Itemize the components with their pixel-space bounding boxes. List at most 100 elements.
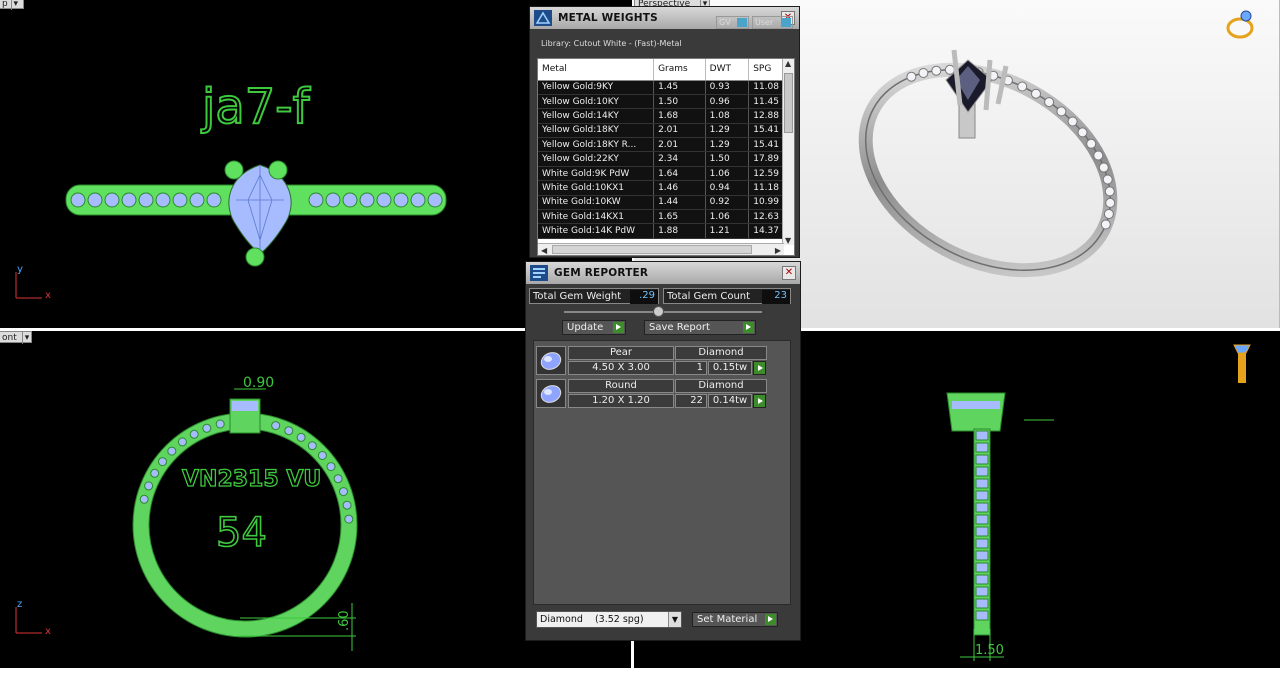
metal-weights-title: METAL WEIGHTS xyxy=(558,12,658,24)
column-header-spg[interactable]: SPG xyxy=(748,59,784,81)
metal-table: Metal Grams DWT SPG Yellow Gold:9KY 1.45 0… xyxy=(538,59,784,239)
stone xyxy=(1067,116,1078,127)
save-report-button[interactable]: Save Report xyxy=(644,320,756,335)
scroll-thumb[interactable] xyxy=(784,73,793,133)
perspective-stones xyxy=(906,64,1116,230)
dim-top-label: 0.90 xyxy=(243,375,274,391)
axis-z-label: z xyxy=(17,599,22,610)
stone xyxy=(975,562,989,573)
horizontal-scrollbar[interactable]: ◀ ▶ xyxy=(538,243,784,255)
chevron-down-icon[interactable]: ▼ xyxy=(668,612,681,627)
stone xyxy=(975,514,989,525)
table-row[interactable]: Yellow Gold:9KY 1.45 0.93 11.08 xyxy=(538,80,784,95)
gem-setting-icon[interactable] xyxy=(1230,341,1254,387)
scroll-down-icon[interactable]: ▼ xyxy=(785,236,791,245)
stone xyxy=(104,192,120,208)
stone xyxy=(931,65,942,76)
stone xyxy=(284,426,294,436)
dim-bottom-label: 1.50 xyxy=(975,643,1004,658)
splitter-handle-icon[interactable] xyxy=(653,306,664,317)
gem-reporter-titlebar[interactable]: GEM REPORTER ✕ xyxy=(526,262,800,284)
stone xyxy=(975,442,989,453)
stone xyxy=(975,526,989,537)
stone xyxy=(975,538,989,549)
column-header-grams[interactable]: Grams xyxy=(653,59,706,81)
viewport-divider xyxy=(631,640,633,668)
axis-x-label: x xyxy=(45,290,51,301)
axis-y-label: y xyxy=(17,264,23,275)
table-row[interactable]: White Gold:9K PdW 1.64 1.06 12.59 xyxy=(538,166,784,182)
stone xyxy=(1100,219,1111,230)
round-gem-icon xyxy=(536,379,566,408)
toggle-user[interactable]: User xyxy=(752,16,793,29)
table-row[interactable]: Yellow Gold:14KY 1.68 1.08 12.88 xyxy=(538,108,784,124)
update-button[interactable]: Update xyxy=(562,320,626,335)
stone xyxy=(1086,138,1097,149)
toggle-indicator-icon xyxy=(737,18,747,27)
top-sketch-text: ja7-f xyxy=(201,79,311,135)
report-icon xyxy=(530,265,548,281)
gem-reporter-panel[interactable]: GEM REPORTER ✕ Total Gem Weight .29 Tota… xyxy=(525,261,801,641)
dim-side-label: .60 xyxy=(337,610,352,631)
stone xyxy=(206,192,222,208)
stone xyxy=(339,487,348,497)
play-icon xyxy=(743,322,754,333)
stone xyxy=(1105,197,1116,208)
toggle-gv[interactable]: GV xyxy=(716,16,749,29)
material-select[interactable]: Diamond (3.52 spg) ▼ xyxy=(536,611,682,628)
scroll-thumb[interactable] xyxy=(552,245,752,254)
table-row[interactable]: Yellow Gold:22KY 2.34 1.50 17.89 xyxy=(538,151,784,167)
library-label: Library: Cutout White - (Fast)-Metal xyxy=(541,39,682,48)
column-header-dwt[interactable]: DWT xyxy=(705,59,750,81)
close-icon[interactable]: ✕ xyxy=(782,266,796,280)
stone xyxy=(427,192,443,208)
stone xyxy=(410,192,426,208)
stone xyxy=(202,423,212,433)
table-row[interactable]: White Gold:10KX1 1.46 0.94 11.18 xyxy=(538,180,784,196)
stone xyxy=(393,192,409,208)
stone xyxy=(215,419,225,429)
scroll-right-icon[interactable]: ▶ xyxy=(775,245,781,255)
scale-icon xyxy=(534,10,552,26)
stone xyxy=(70,192,86,208)
list-item[interactable]: Pear Diamond 4.50 X 3.00 1 0.15tw xyxy=(536,346,767,375)
stone xyxy=(975,574,989,585)
vertical-scrollbar[interactable]: ▲ ▼ xyxy=(782,59,794,245)
scroll-left-icon[interactable]: ◀ xyxy=(541,245,547,255)
table-row[interactable]: White Gold:10KW 1.44 0.92 10.99 xyxy=(538,195,784,211)
stone xyxy=(975,502,989,513)
table-row[interactable]: White Gold:14K PdW 1.88 1.21 14.37 xyxy=(538,223,784,239)
pear-gem-icon xyxy=(536,346,566,375)
play-icon[interactable] xyxy=(753,394,766,408)
axis-x-label: x xyxy=(45,626,51,637)
metal-weights-panel[interactable]: METAL WEIGHTS ✕ Library: Cutout White - … xyxy=(529,6,800,258)
table-row[interactable]: Yellow Gold:10KY 1.50 0.96 11.45 xyxy=(538,94,784,110)
stone xyxy=(307,441,317,451)
list-item[interactable]: Round Diamond 1.20 X 1.20 22 0.14tw xyxy=(536,379,767,408)
table-row[interactable]: White Gold:14KX1 1.65 1.06 12.63 xyxy=(538,209,784,225)
stone xyxy=(139,494,149,504)
stone xyxy=(975,550,989,561)
stone xyxy=(906,71,917,82)
table-row[interactable]: Yellow Gold:18KY R... 2.01 1.29 15.41 xyxy=(538,137,784,153)
stone xyxy=(172,192,188,208)
set-material-button[interactable]: Set Material xyxy=(692,612,778,627)
stone xyxy=(975,430,989,441)
stone xyxy=(317,451,327,460)
ring-icon[interactable] xyxy=(1224,6,1260,42)
play-icon[interactable] xyxy=(753,361,766,375)
stone xyxy=(87,192,103,208)
stone xyxy=(296,432,306,442)
table-row[interactable]: Yellow Gold:18KY 2.01 1.29 15.41 xyxy=(538,123,784,139)
play-icon xyxy=(765,614,776,625)
stone xyxy=(150,468,160,478)
play-icon xyxy=(613,322,624,333)
gem-list[interactable]: Pear Diamond 4.50 X 3.00 1 0.15tw Round … xyxy=(533,340,791,605)
stone xyxy=(1093,150,1104,161)
stone xyxy=(325,192,341,208)
metal-table-container[interactable]: Metal Grams DWT SPG Yellow Gold:9KY 1.45 0… xyxy=(537,58,795,256)
stone xyxy=(1031,88,1041,99)
column-header-metal[interactable]: Metal xyxy=(538,59,655,81)
stone xyxy=(271,421,281,431)
scroll-up-icon[interactable]: ▲ xyxy=(785,59,791,68)
